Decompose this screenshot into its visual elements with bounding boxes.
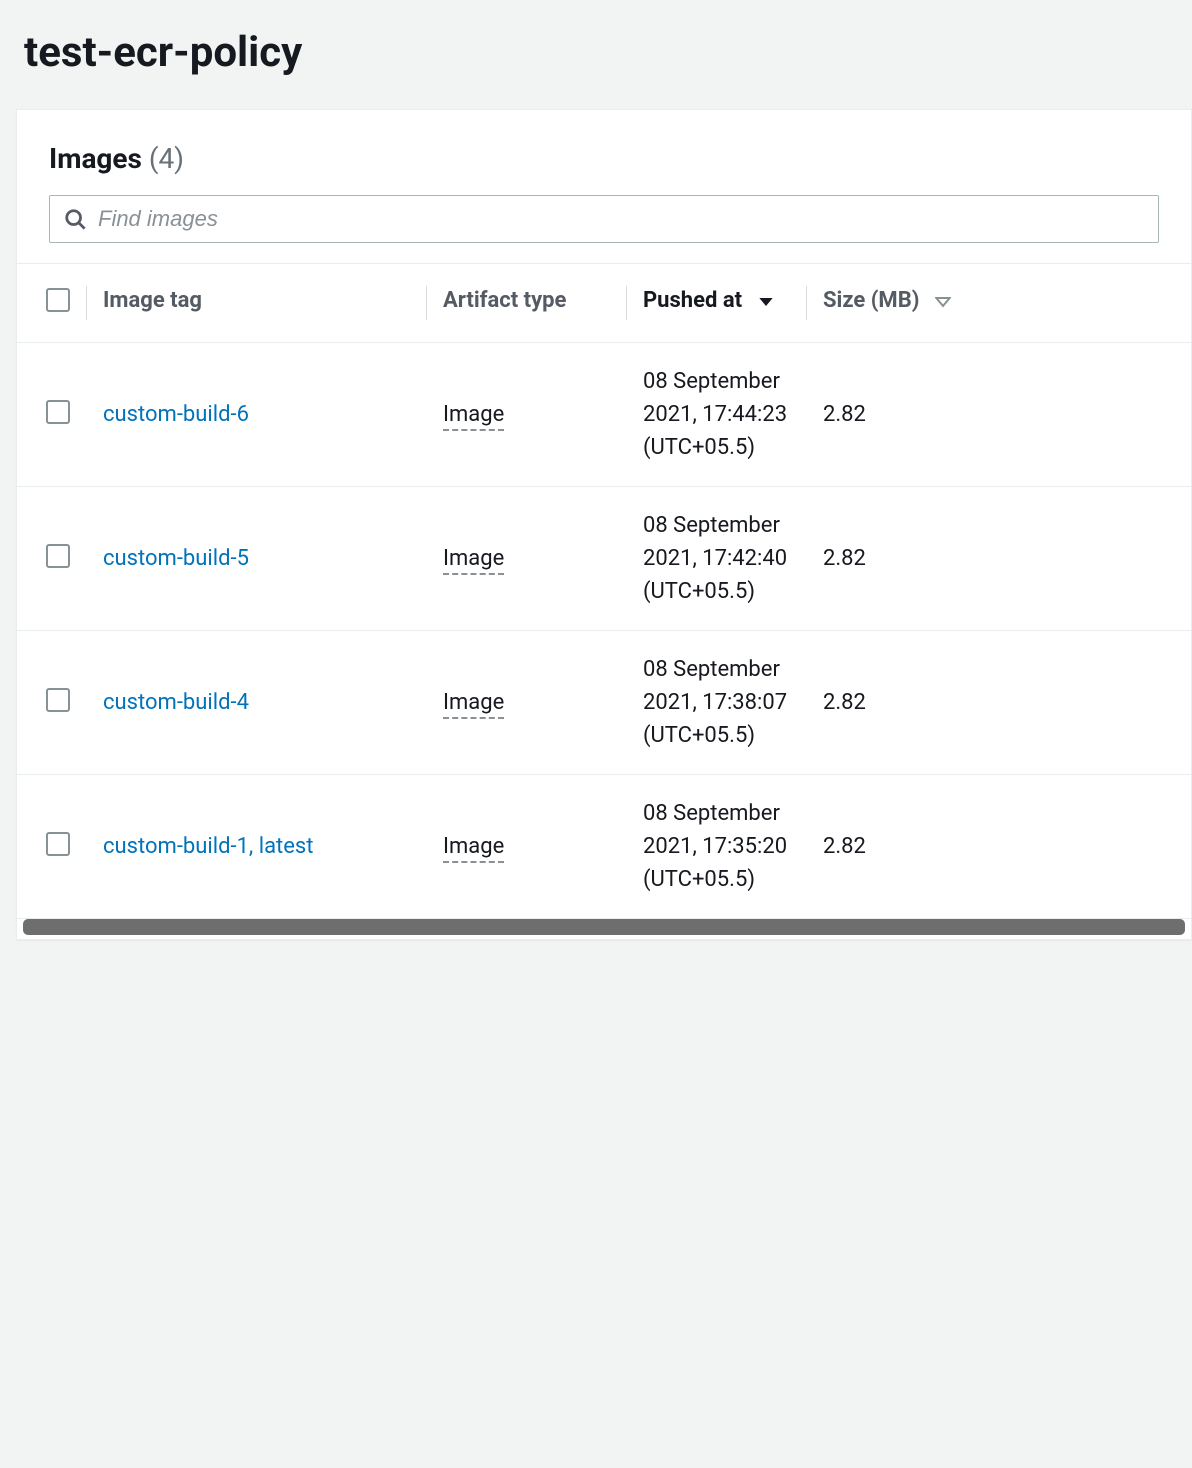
search-icon (64, 208, 86, 230)
table-row: custom-build-1, latest Image 08 Septembe… (17, 775, 1191, 919)
image-tag-link[interactable]: custom-build-4 (103, 690, 249, 715)
panel-header: Images (4) (17, 110, 1191, 195)
pushed-at: 08 September 2021, 17:38:07 (UTC+05.5) (627, 631, 807, 775)
col-size-label: Size (MB) (823, 288, 919, 313)
size: 2.82 (807, 487, 1191, 631)
image-tag-link[interactable]: custom-build-1, latest (103, 834, 313, 859)
col-image-tag[interactable]: Image tag (87, 264, 427, 343)
panel-title-text: Images (49, 142, 142, 175)
image-tag-link[interactable]: custom-build-6 (103, 402, 249, 427)
size: 2.82 (807, 343, 1191, 487)
sort-icon (935, 289, 951, 314)
artifact-type[interactable]: Image (443, 834, 504, 863)
artifact-type[interactable]: Image (443, 690, 504, 719)
col-image-tag-label: Image tag (103, 288, 202, 313)
col-artifact-type[interactable]: Artifact type (427, 264, 627, 343)
row-checkbox[interactable] (46, 400, 70, 424)
row-checkbox[interactable] (46, 688, 70, 712)
images-table: Image tag Artifact type Pushed at (17, 264, 1191, 919)
artifact-type[interactable]: Image (443, 546, 504, 575)
images-panel: Images (4) Image tag (16, 109, 1192, 940)
pushed-at: 08 September 2021, 17:35:20 (UTC+05.5) (627, 775, 807, 919)
row-checkbox[interactable] (46, 832, 70, 856)
search-input[interactable] (98, 206, 1144, 232)
image-tag-link[interactable]: custom-build-5 (103, 546, 249, 571)
search-box[interactable] (49, 195, 1159, 243)
table-row: custom-build-4 Image 08 September 2021, … (17, 631, 1191, 775)
table-body: custom-build-6 Image 08 September 2021, … (17, 343, 1191, 919)
artifact-type[interactable]: Image (443, 402, 504, 431)
sort-desc-icon (758, 289, 774, 314)
col-pushed-at-label: Pushed at (643, 288, 742, 313)
pushed-at: 08 September 2021, 17:42:40 (UTC+05.5) (627, 487, 807, 631)
row-checkbox[interactable] (46, 544, 70, 568)
col-pushed-at[interactable]: Pushed at (627, 264, 807, 343)
horizontal-scrollbar[interactable] (23, 919, 1185, 935)
pushed-at: 08 September 2021, 17:44:23 (UTC+05.5) (627, 343, 807, 487)
images-table-wrap: Image tag Artifact type Pushed at (17, 263, 1191, 939)
table-row: custom-build-5 Image 08 September 2021, … (17, 487, 1191, 631)
size: 2.82 (807, 631, 1191, 775)
select-all-header[interactable] (17, 264, 87, 343)
col-artifact-type-label: Artifact type (443, 288, 566, 313)
select-all-checkbox[interactable] (46, 288, 70, 312)
panel-count: (4) (149, 142, 184, 175)
page-title: test-ecr-policy (0, 0, 1192, 109)
col-size[interactable]: Size (MB) (807, 264, 1191, 343)
panel-title: Images (4) (49, 142, 1159, 175)
table-header-row: Image tag Artifact type Pushed at (17, 264, 1191, 343)
size: 2.82 (807, 775, 1191, 919)
table-row: custom-build-6 Image 08 September 2021, … (17, 343, 1191, 487)
